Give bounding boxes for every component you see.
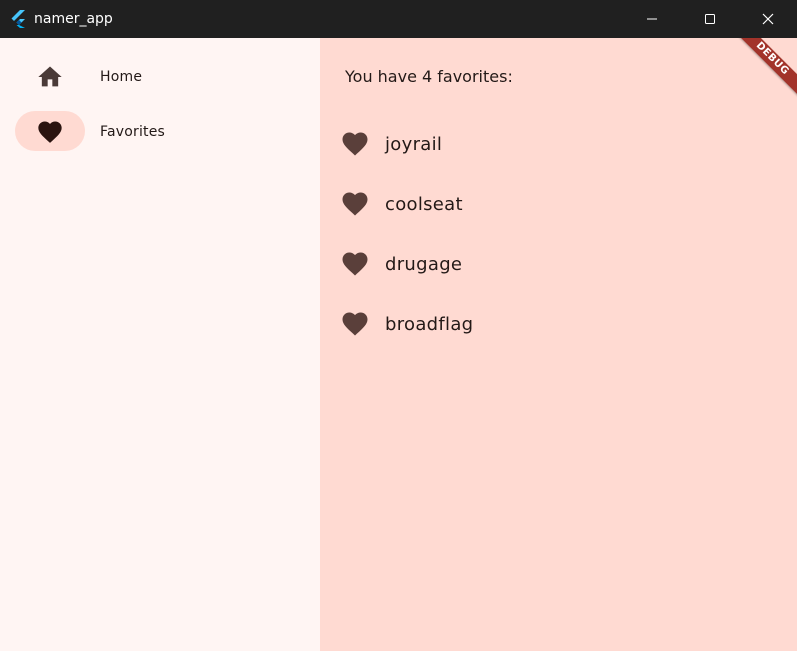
flutter-logo-icon [11,10,25,28]
debug-banner: DEBUG [727,38,797,108]
nav-label-favorites: Favorites [100,124,166,140]
favorites-page: You have 4 favorites: joyrail coolseat d… [320,38,797,651]
close-icon [762,13,774,25]
app-content: Home Favorites You have 4 favorites: joy… [0,38,797,651]
list-item[interactable]: coolseat [320,175,797,235]
favorite-word: coolseat [385,194,463,215]
nav-item-home[interactable]: Home [0,49,320,105]
maximize-icon [705,14,715,24]
heart-icon [342,192,368,216]
app-window: namer_app Home Favorites You have 4 favo… [0,0,797,651]
minimize-icon [647,18,657,20]
favorites-count-text: You have 4 favorites: [345,67,513,86]
heart-icon [342,252,368,276]
favorite-word: joyrail [385,134,443,155]
home-icon [38,66,62,87]
nav-item-favorites[interactable]: Favorites [0,104,320,160]
list-item[interactable]: drugage [320,235,797,295]
navigation-rail: Home Favorites [0,38,320,651]
nav-label-home: Home [100,69,143,85]
window-title: namer_app [34,11,113,27]
minimize-button[interactable] [623,0,681,38]
favorite-word: drugage [385,254,463,275]
favorite-word: broadflag [385,314,474,335]
maximize-button[interactable] [681,0,739,38]
list-item[interactable]: joyrail [320,115,797,175]
heart-icon [38,121,62,143]
close-button[interactable] [739,0,797,38]
title-bar[interactable]: namer_app [0,0,797,38]
heart-icon [342,312,368,336]
debug-banner-label: DEBUG [728,38,797,103]
list-item[interactable]: broadflag [320,295,797,355]
heart-icon [342,132,368,156]
